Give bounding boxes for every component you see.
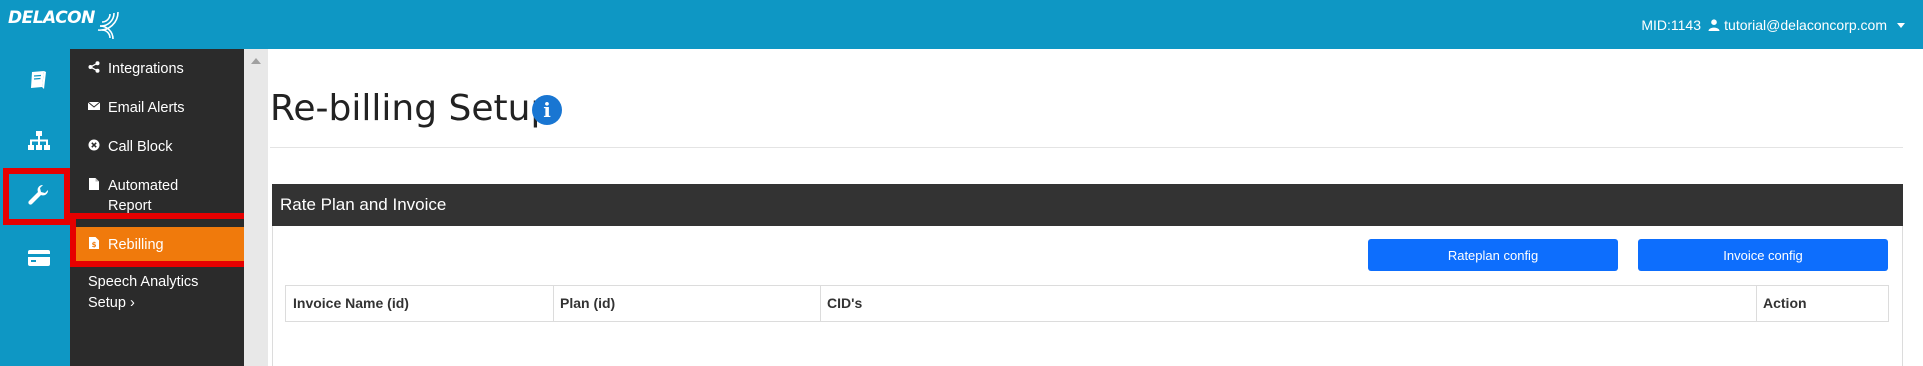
credit-card-icon: [27, 250, 50, 266]
scroll-up-arrow-icon[interactable]: [251, 58, 261, 64]
submenu-label: Call Block: [108, 139, 173, 155]
submenu-label: Integrations: [108, 61, 184, 77]
speech-label-line1: Speech Analytics: [88, 274, 199, 290]
times-circle-icon: [88, 139, 100, 151]
top-bar: [0, 0, 1923, 49]
submenu-item-automated-report[interactable]: Automated Report: [70, 176, 244, 216]
envelope-icon: [87, 101, 101, 110]
delacon-logo[interactable]: DELACON: [8, 8, 95, 28]
panel-header: Rate Plan and Invoice: [272, 184, 1903, 226]
submenu-label-line2: Report: [108, 198, 152, 214]
submenu-item-integrations[interactable]: Integrations: [70, 59, 244, 79]
user-icon: [1708, 19, 1720, 31]
file-icon: [89, 178, 99, 190]
signal-waves-icon: [97, 11, 119, 40]
submenu-item-call-block[interactable]: Call Block: [70, 137, 244, 157]
submenu-label: Automated Report: [100, 176, 178, 216]
submenu-item-speech-analytics[interactable]: Speech Analytics Setup ›: [88, 272, 198, 314]
rail-item-book[interactable]: [7, 56, 70, 104]
submenu-highlight-box: [70, 213, 254, 267]
info-icon[interactable]: i: [532, 95, 562, 125]
column-header-cids[interactable]: CID's: [820, 286, 862, 321]
rail-item-billing[interactable]: [7, 234, 70, 282]
invoice-config-button[interactable]: Invoice config: [1638, 239, 1888, 271]
rateplan-config-button[interactable]: Rateplan config: [1368, 239, 1618, 271]
book-icon: [30, 71, 46, 89]
user-email: tutorial@delaconcorp.com: [1724, 17, 1887, 33]
submenu-item-email-alerts[interactable]: Email Alerts: [70, 98, 244, 118]
mid-label: MID:1143: [1641, 17, 1701, 33]
rail-item-sitemap[interactable]: [7, 117, 70, 165]
speech-label-line2: Setup: [88, 295, 126, 311]
submenu-label: Email Alerts: [108, 100, 185, 116]
column-header-plan[interactable]: Plan (id): [553, 286, 615, 321]
share-icon: [88, 61, 100, 73]
chevron-right-icon: ›: [129, 295, 135, 311]
column-header-invoice-name[interactable]: Invoice Name (id): [286, 286, 409, 321]
user-menu[interactable]: tutorial@delaconcorp.com: [1708, 17, 1905, 33]
rail-highlight-box: [3, 168, 70, 225]
sitemap-icon: [27, 131, 50, 150]
column-header-action[interactable]: Action: [1756, 286, 1807, 321]
invoice-table: Invoice Name (id) Plan (id) CID's Action: [285, 285, 1889, 322]
page-title: Re-billing Setup: [270, 88, 554, 129]
caret-down-icon: [1897, 22, 1905, 28]
submenu-label-line1: Automated: [108, 178, 179, 194]
submenu-scrollbar[interactable]: [244, 49, 268, 366]
title-divider: [270, 147, 1903, 148]
